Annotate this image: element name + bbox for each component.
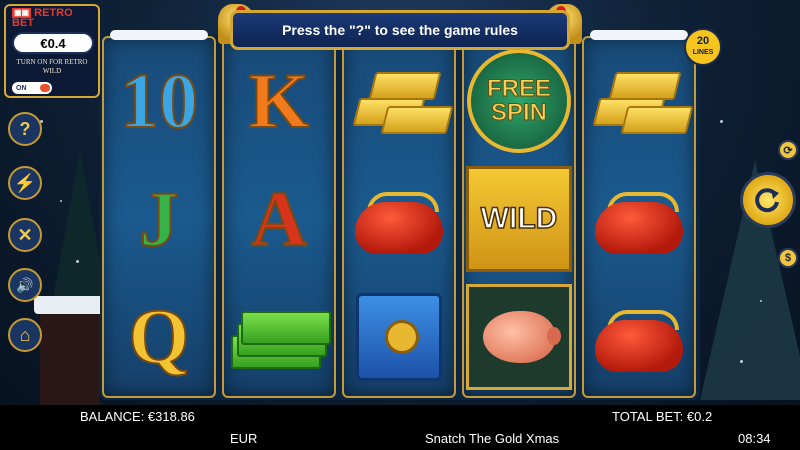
reel-4: FREE SPIN WILD <box>462 30 576 398</box>
free-spin-medal: FREE SPIN <box>467 49 571 153</box>
retro-logo-line2: BET <box>12 17 34 29</box>
retro-logo-line1: RETRO <box>34 7 73 19</box>
toggle-label: ON <box>16 84 27 92</box>
symbol-king-text: K <box>248 56 311 145</box>
clock: 08:34 <box>738 431 771 446</box>
balance-label: BALANCE: €318.86 <box>80 409 195 424</box>
settings-button[interactable]: ✕ <box>8 218 42 252</box>
wild-tile: WILD <box>466 166 572 272</box>
retro-wild-toggle[interactable]: ON <box>12 82 52 94</box>
symbol-ace: A <box>224 160 334 278</box>
lines-label: LINES <box>692 49 714 56</box>
piggy-bank-icon <box>483 311 561 363</box>
symbol-gold-bars <box>584 42 694 160</box>
help-icon: ? <box>19 118 31 139</box>
cash-stack-icon <box>231 307 331 369</box>
paylines-badge: 20 LINES <box>684 28 722 66</box>
lines-count: 20 <box>696 35 710 47</box>
toggle-knob <box>40 84 50 92</box>
symbol-wild: WILD <box>464 160 574 278</box>
gold-bars-icon <box>352 68 454 134</box>
snowflake <box>720 120 723 123</box>
refresh-icon <box>755 188 779 213</box>
tools-icon: ✕ <box>17 224 33 245</box>
free-spin-text-1: FREE <box>486 75 551 102</box>
symbol-king: K <box>224 42 334 160</box>
symbol-queen: Q <box>104 278 214 396</box>
symbol-ten-text: 10 <box>119 56 199 145</box>
help-button[interactable]: ? <box>8 112 42 146</box>
symbol-cash-stack <box>224 278 334 396</box>
symbol-gold-bars <box>344 42 454 160</box>
home-button[interactable]: ⌂ <box>8 318 42 352</box>
symbol-purse <box>344 160 454 278</box>
home-icon: ⌂ <box>19 324 31 345</box>
total-bet-label: TOTAL BET: €0.2 <box>612 409 713 424</box>
symbol-ten: 10 <box>104 42 214 160</box>
wild-text: WILD <box>480 201 558 236</box>
symbol-free-spin: FREE SPIN <box>464 42 574 160</box>
symbol-jack: J <box>104 160 214 278</box>
symbol-piggy-bank <box>464 278 574 396</box>
snowflake <box>740 360 743 363</box>
retro-bet-value[interactable]: €0.4 <box>12 32 94 54</box>
symbol-queen-text: Q <box>128 292 191 381</box>
lightning-icon: ⚡ <box>13 172 37 193</box>
currency-label: EUR <box>230 431 258 446</box>
sound-button[interactable]: 🔊 <box>8 268 42 302</box>
safe-icon <box>356 293 442 381</box>
retro-bet-logo: ▣▣ RETRO BET <box>12 7 73 29</box>
banner-text: Press the "?" to see the game rules <box>282 22 518 38</box>
symbol-jack-text: J <box>139 174 180 263</box>
snowflake <box>76 260 79 263</box>
spin-button[interactable] <box>740 172 796 228</box>
speaker-icon: 🔊 <box>16 276 34 293</box>
purse-icon <box>355 184 443 254</box>
status-bar: BALANCE: €318.86 TOTAL BET: €0.2 EUR Sna… <box>0 405 800 450</box>
snowflake <box>60 200 62 202</box>
gold-bars-icon <box>592 68 694 134</box>
autoplay-icon: ⟳ <box>783 144 793 157</box>
reel-3 <box>342 30 456 398</box>
retro-description: TURN ON FOR RETRO WILD <box>16 58 88 75</box>
game-title: Snatch The Gold Xmas <box>425 431 560 446</box>
retro-bet-panel: ▣▣ RETRO BET €0.4 TURN ON FOR RETRO WILD … <box>4 4 100 98</box>
piggy-bank-frame <box>466 284 572 390</box>
game-rules-banner: Press the "?" to see the game rules <box>230 10 570 50</box>
purse-icon <box>595 184 683 254</box>
symbol-safe <box>344 278 454 396</box>
reel-2: K A <box>222 30 336 398</box>
dollar-icon: $ <box>784 252 792 264</box>
purse-icon <box>595 302 683 372</box>
snowy-house <box>34 296 106 405</box>
symbol-ace-text: A <box>250 174 308 263</box>
free-spin-text-2: SPIN <box>490 99 547 126</box>
reel-5 <box>582 30 696 398</box>
symbol-purse <box>584 278 694 396</box>
autoplay-button[interactable]: ⟳ <box>778 140 798 160</box>
reel-1: 10 J Q <box>102 30 216 398</box>
symbol-purse <box>584 160 694 278</box>
snowflake <box>760 300 762 302</box>
turbo-button[interactable]: ⚡ <box>8 166 42 200</box>
currency-button[interactable]: $ <box>778 248 798 268</box>
